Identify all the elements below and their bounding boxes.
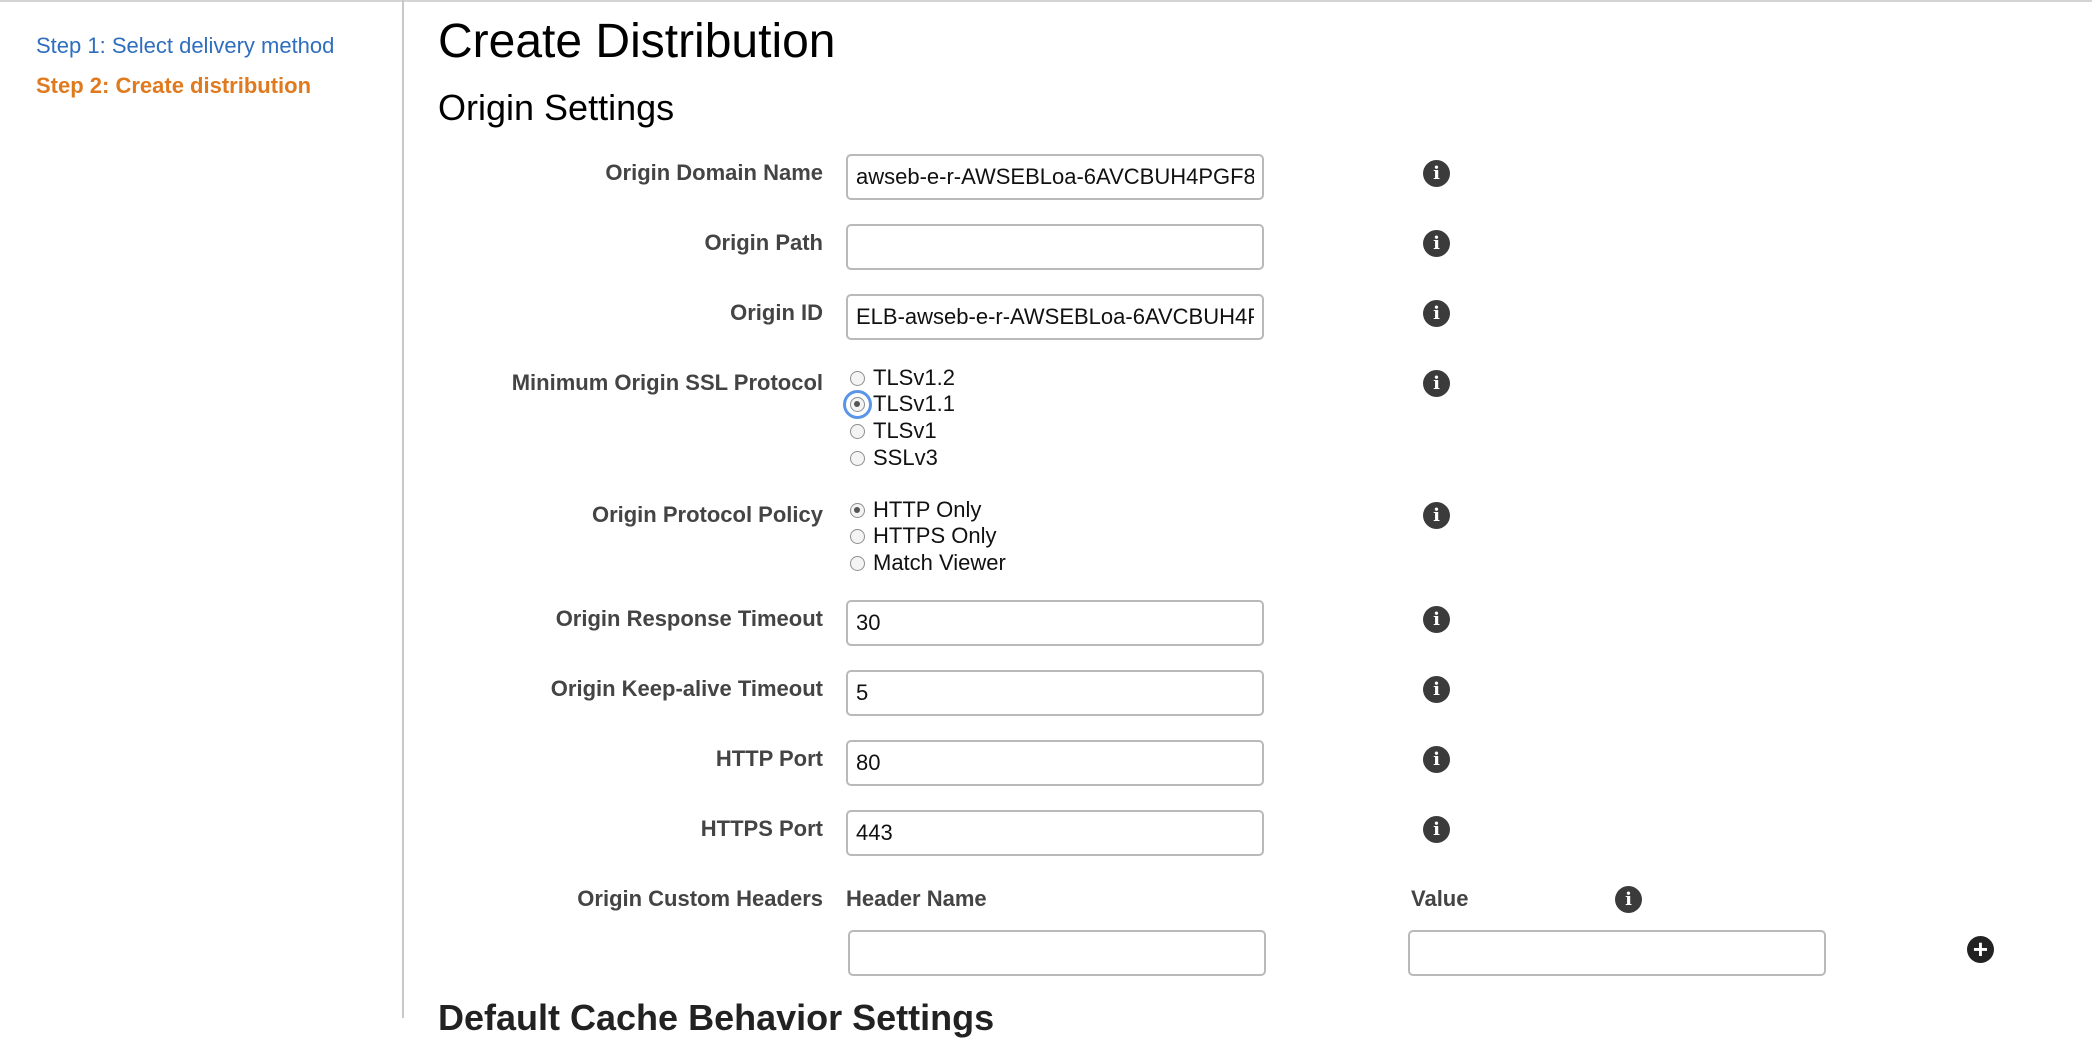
info-icon[interactable]: i bbox=[1615, 886, 1642, 913]
origin-keepalive-timeout-input[interactable] bbox=[846, 670, 1264, 716]
origin-protocol-policy-label: Origin Protocol Policy bbox=[591, 502, 823, 527]
protocol-option-https-only[interactable]: HTTPS Only bbox=[850, 523, 996, 549]
info-icon[interactable]: i bbox=[1423, 816, 1450, 843]
origin-id-label: Origin ID bbox=[730, 300, 823, 325]
origin-domain-name-label: Origin Domain Name bbox=[605, 160, 823, 185]
header-value-input[interactable] bbox=[1408, 930, 1826, 976]
https-port-label: HTTPS Port bbox=[700, 816, 823, 841]
radio-sslv3[interactable] bbox=[850, 450, 865, 466]
ssl-option-sslv3[interactable]: SSLv3 bbox=[850, 445, 938, 471]
http-port-input[interactable] bbox=[846, 740, 1264, 786]
radio-http-only[interactable] bbox=[850, 502, 865, 518]
radio-https-only[interactable] bbox=[850, 528, 865, 544]
protocol-option-match-viewer[interactable]: Match Viewer bbox=[850, 550, 1006, 576]
value-column: Value bbox=[1411, 886, 1469, 911]
ssl-option-tlsv1[interactable]: TLSv1 bbox=[850, 418, 937, 444]
radio-match-viewer[interactable] bbox=[850, 555, 865, 571]
origin-path-input[interactable] bbox=[846, 224, 1264, 270]
info-icon[interactable]: i bbox=[1423, 230, 1450, 257]
radio-tlsv1-2[interactable] bbox=[850, 370, 865, 386]
origin-response-timeout-label: Origin Response Timeout bbox=[555, 606, 823, 631]
page-title: Create Distribution bbox=[438, 15, 836, 68]
step-1-link[interactable]: Step 1: Select delivery method bbox=[36, 33, 334, 59]
info-icon[interactable]: i bbox=[1423, 746, 1450, 773]
header-name-column: Header Name bbox=[846, 886, 987, 911]
origin-path-label: Origin Path bbox=[704, 230, 823, 255]
origin-domain-name-input[interactable] bbox=[846, 154, 1264, 200]
ssl-option-tlsv1-2[interactable]: TLSv1.2 bbox=[850, 365, 955, 391]
ssl-option-tlsv1-1[interactable]: TLSv1.1 bbox=[843, 389, 955, 419]
info-icon[interactable]: i bbox=[1423, 370, 1450, 397]
http-port-label: HTTP Port bbox=[715, 746, 823, 771]
step-2-current: Step 2: Create distribution bbox=[36, 73, 312, 98]
radio-tlsv1[interactable] bbox=[850, 423, 865, 439]
info-icon[interactable]: i bbox=[1423, 606, 1450, 633]
main-content: Create Distribution Origin Settings Orig… bbox=[404, 0, 2092, 1037]
info-icon[interactable]: i bbox=[1423, 160, 1450, 187]
origin-custom-headers-label: Origin Custom Headers bbox=[577, 886, 823, 911]
section-title-origin-settings: Origin Settings bbox=[438, 87, 675, 128]
wizard-sidebar: Step 1: Select delivery method Step 2: C… bbox=[0, 0, 404, 1018]
origin-keepalive-timeout-label: Origin Keep-alive Timeout bbox=[550, 676, 823, 701]
origin-response-timeout-input[interactable] bbox=[846, 600, 1264, 646]
info-icon[interactable]: i bbox=[1423, 676, 1450, 703]
info-icon[interactable]: i bbox=[1423, 502, 1450, 529]
radio-tlsv1-1[interactable] bbox=[843, 389, 872, 419]
origin-id-input[interactable] bbox=[846, 294, 1264, 340]
protocol-option-http-only[interactable]: HTTP Only bbox=[850, 497, 981, 523]
https-port-input[interactable] bbox=[846, 810, 1264, 856]
plus-circle-icon[interactable]: + bbox=[1967, 936, 1994, 963]
info-icon[interactable]: i bbox=[1423, 300, 1450, 327]
header-name-input[interactable] bbox=[848, 930, 1266, 976]
min-ssl-protocol-label: Minimum Origin SSL Protocol bbox=[511, 370, 823, 395]
